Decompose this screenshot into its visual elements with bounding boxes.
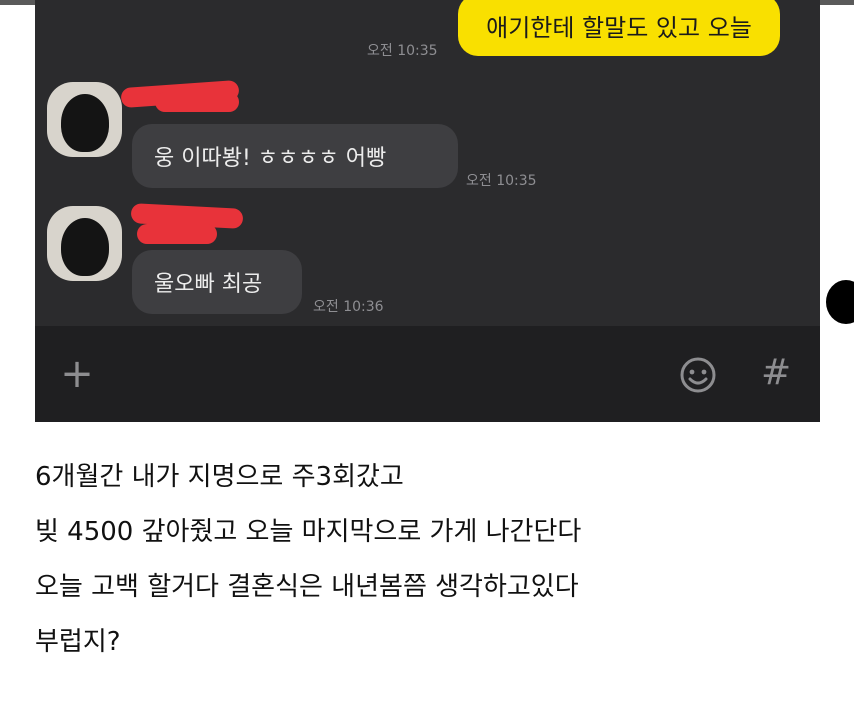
message-bubble-incoming[interactable]: 웅 이따봥! ㅎㅎㅎㅎ 어빵: [132, 124, 458, 188]
message-text: 울오빠 최공: [154, 272, 263, 297]
message-bubble-outgoing[interactable]: 애기한테 할말도 있고 오늘: [458, 0, 780, 56]
avatar-redaction: [61, 218, 109, 276]
message-text: 웅 이따봥! ㅎㅎㅎㅎ 어빵: [154, 146, 387, 171]
scroll-handle[interactable]: [826, 280, 854, 324]
chat-input-bar: + #: [35, 326, 820, 422]
post-text-line: 부럽지?: [35, 627, 121, 657]
post-body: 6개월간 내가 지명으로 주3회갔고 빚 4500 갚아줬고 오늘 마지막으로 …: [35, 450, 835, 670]
message-timestamp: 오전 10:36: [313, 299, 384, 315]
post-text-line: 오늘 고백 할거다 결혼식은 내년봄쯤 생각하고있다: [35, 572, 579, 602]
plus-icon[interactable]: +: [59, 354, 95, 394]
sender-name-redaction: [137, 224, 217, 244]
chat-screenshot: 애기한테 할말도 있고 오늘 오전 10:35 웅 이따봥! ㅎㅎㅎㅎ 어빵 오…: [35, 0, 820, 422]
emoji-icon[interactable]: [679, 356, 717, 394]
message-bubble-incoming[interactable]: 울오빠 최공: [132, 250, 302, 314]
post-text-line: 6개월간 내가 지명으로 주3회갔고: [35, 462, 404, 492]
message-text: 애기한테 할말도 있고 오늘: [486, 13, 752, 42]
message-timestamp: 오전 10:35: [367, 43, 438, 59]
message-timestamp: 오전 10:35: [466, 173, 537, 189]
avatar[interactable]: [47, 206, 122, 281]
hash-icon[interactable]: #: [761, 352, 791, 393]
avatar[interactable]: [47, 82, 122, 157]
avatar-redaction: [61, 94, 109, 152]
sender-name-redaction: [155, 92, 239, 112]
post-text-line: 빚 4500 갚아줬고 오늘 마지막으로 가게 나간단다: [35, 517, 582, 547]
